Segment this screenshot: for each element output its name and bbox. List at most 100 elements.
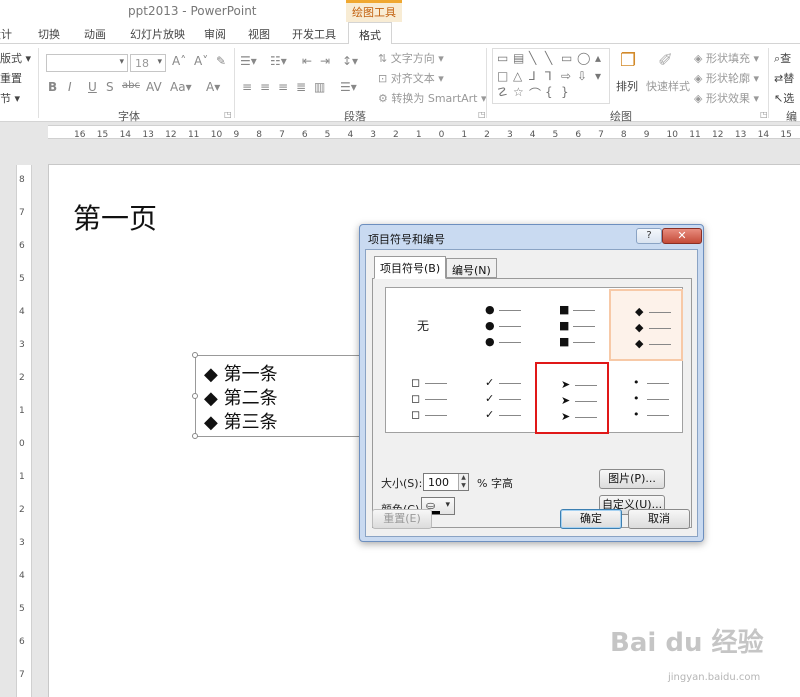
text-shape-icon[interactable]: ▤ — [513, 51, 524, 65]
bullet-option[interactable]: ✓ ✓ ✓ — [461, 362, 535, 434]
tab-animations[interactable]: 动画 — [84, 26, 106, 42]
bullet-option[interactable]: ◻ ◻ ◻ — [387, 362, 461, 434]
close-button[interactable]: ✕ — [662, 228, 702, 244]
dialog-launcher-icon[interactable]: ◳ — [478, 110, 486, 119]
slide-title[interactable]: 第一页 — [73, 197, 157, 237]
elbow-shape-icon[interactable]: ⅃ — [529, 69, 536, 83]
grow-font-icon[interactable]: A˄ — [172, 54, 186, 68]
section-button[interactable]: 节 ▾ — [0, 90, 20, 106]
bullet-symbol: ◆ — [204, 364, 218, 385]
columns-icon[interactable]: ☰▾ — [340, 80, 357, 94]
line-shape-icon[interactable]: ╲ — [529, 51, 536, 65]
select-button[interactable]: ↖选 — [774, 90, 794, 106]
size-spinner[interactable]: 100 ▲ ▼ — [423, 473, 469, 491]
down-arrow-shape-icon[interactable]: ⇩ — [577, 69, 587, 83]
smartart-button[interactable]: ⚙ 转换为 SmartArt ▾ — [378, 90, 487, 106]
spin-down-icon[interactable]: ▼ — [458, 482, 468, 490]
bullet-preview-row: ◻ — [411, 408, 461, 422]
preview-line — [499, 326, 521, 327]
align-right-icon[interactable]: ≡ — [278, 80, 288, 94]
align-left-icon[interactable]: ≡ — [242, 80, 252, 94]
tab-design[interactable]: 设计 — [0, 26, 12, 42]
textbox-shape-icon[interactable]: ▭ — [497, 51, 508, 65]
tab-developer[interactable]: 开发工具 — [292, 26, 336, 42]
find-button[interactable]: ⌕查 — [774, 50, 791, 66]
clear-format-icon[interactable]: ✎ — [216, 54, 226, 68]
shadow-icon[interactable]: S — [106, 80, 114, 94]
triangle-shape-icon[interactable]: △ — [513, 69, 522, 83]
strikethrough-icon[interactable]: abc — [122, 80, 140, 91]
bullet-option[interactable]: ➤ ➤ ➤ — [535, 362, 609, 434]
arrow-line-shape-icon[interactable]: ╲ — [545, 51, 552, 65]
bullet-preview-row: ◻ — [411, 392, 461, 406]
cancel-button[interactable]: 取消 — [628, 509, 690, 529]
tab-bullets[interactable]: 项目符号(B) — [374, 256, 447, 279]
elbow-arrow-shape-icon[interactable]: ⅂ — [545, 69, 552, 83]
tab-format[interactable]: 格式 — [348, 22, 392, 45]
bullet-option[interactable]: • • • — [609, 362, 683, 434]
preview-line — [573, 326, 595, 327]
replace-button[interactable]: ⇄替 — [774, 70, 794, 86]
line-spacing-icon[interactable]: ↕▾ — [342, 54, 358, 68]
resize-handle[interactable] — [192, 433, 198, 439]
oval-shape-icon[interactable]: ◯ — [577, 51, 590, 65]
gallery-scroll-down-icon[interactable]: ▾ — [595, 69, 601, 83]
char-spacing-icon[interactable]: AV — [146, 80, 162, 94]
align-center-icon[interactable]: ≡ — [260, 80, 270, 94]
tab-view[interactable]: 视图 — [248, 26, 270, 42]
help-button[interactable]: ? — [636, 228, 662, 244]
quick-styles-button[interactable]: 快速样式 — [646, 78, 690, 94]
reset-button[interactable]: 重置 — [0, 70, 22, 86]
tab-numbering[interactable]: 编号(N) — [446, 258, 497, 278]
change-case-icon[interactable]: Aa▾ — [170, 80, 192, 94]
shape-fill-button[interactable]: ◈ 形状填充 ▾ — [694, 50, 759, 66]
bullet-option[interactable]: 无 — [387, 289, 461, 361]
layout-button[interactable]: 版式 ▾ — [0, 50, 31, 66]
tab-slideshow[interactable]: 幻灯片放映 — [130, 26, 185, 42]
tab-transitions[interactable]: 切换 — [38, 26, 60, 42]
distributed-icon[interactable]: ▥ — [314, 80, 325, 94]
picture-button[interactable]: 图片(P)... — [599, 469, 665, 489]
rectangle-shape-icon[interactable]: ▭ — [561, 51, 572, 65]
right-arrow-shape-icon[interactable]: ⇨ — [561, 69, 571, 83]
font-size-combo[interactable]: 18 ▾ — [130, 54, 166, 72]
dialog-launcher-icon[interactable]: ◳ — [760, 110, 768, 119]
horizontal-ruler: 16 15 14 13 12 11 10 9 8 7 6 5 4 3 2 1 0 1 2 3 4 5 6 7 8 9 10 11 12 1… — [0, 122, 800, 142]
numbering-icon[interactable]: ☷▾ — [270, 54, 287, 68]
arrange-button[interactable]: 排列 — [616, 78, 638, 94]
decrease-indent-icon[interactable]: ⇤ — [302, 54, 312, 68]
star-shape-icon[interactable]: ☆ — [513, 85, 524, 99]
tab-review[interactable]: 审阅 — [204, 26, 226, 42]
bold-icon[interactable]: B — [48, 80, 57, 94]
bullet-option[interactable]: ● ● ● — [461, 289, 535, 361]
bullets-icon[interactable]: ☰▾ — [240, 54, 257, 68]
reset-dialog-button[interactable]: 重置(E) — [372, 509, 432, 529]
shapes-gallery[interactable]: ▭ ▤ ╲ ╲ ▭ ◯ □ △ ⅃ ⅂ ⇨ ⇩ ☡ ☆ ⌒ { } ▴ ▾ — [492, 48, 610, 104]
justify-icon[interactable]: ≣ — [296, 80, 306, 94]
align-text-button[interactable]: ⊡ 对齐文本 ▾ — [378, 70, 444, 86]
shape-effects-button[interactable]: ◈ 形状效果 ▾ — [694, 90, 759, 106]
font-name-combo[interactable]: ▾ — [46, 54, 128, 72]
text-direction-button[interactable]: ⇅ 文字方向 ▾ — [378, 50, 444, 66]
curve-shape-icon[interactable]: ⌒ — [529, 85, 541, 102]
bullet-textbox[interactable]: ◆ 第一条 ◆ 第二条 ◆ 第三条 — [192, 352, 365, 439]
dialog-launcher-icon[interactable]: ◳ — [224, 110, 232, 119]
spin-up-icon[interactable]: ▲ — [458, 474, 468, 482]
underline-icon[interactable]: U — [88, 80, 97, 94]
resize-handle[interactable] — [192, 393, 198, 399]
brace-shape-icon[interactable]: { — [545, 85, 553, 99]
bullet-option[interactable]: ■ ■ ■ — [535, 289, 609, 361]
increase-indent-icon[interactable]: ⇥ — [320, 54, 330, 68]
resize-handle[interactable] — [192, 352, 198, 358]
shrink-font-icon[interactable]: A˅ — [194, 54, 208, 68]
shape-outline-button[interactable]: ◈ 形状轮廓 ▾ — [694, 70, 759, 86]
italic-icon[interactable]: I — [68, 80, 72, 94]
gallery-scroll-up-icon[interactable]: ▴ — [595, 51, 601, 65]
freeform-shape-icon[interactable]: ☡ — [497, 85, 508, 99]
square-shape-icon[interactable]: □ — [497, 69, 508, 83]
ok-button[interactable]: 确定 — [560, 509, 622, 529]
brace-right-shape-icon[interactable]: } — [561, 85, 569, 99]
ruler-tick-label: 5 — [19, 604, 25, 614]
bullet-option[interactable]: ◆ ◆ ◆ — [609, 289, 683, 361]
font-color-icon[interactable]: A▾ — [206, 80, 220, 94]
